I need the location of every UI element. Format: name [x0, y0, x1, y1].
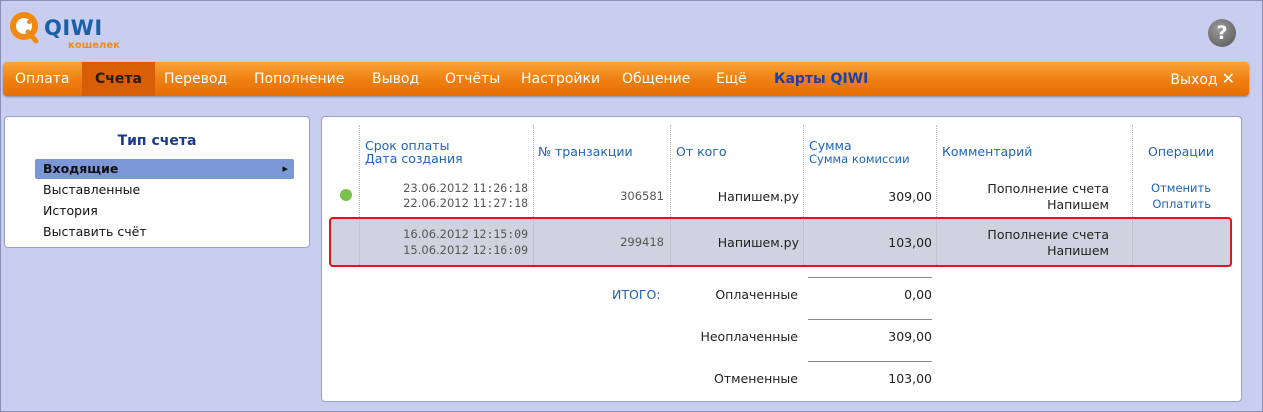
- header-sum[interactable]: Сумма: [809, 138, 852, 153]
- row1-comment1: Пополнение счета: [987, 181, 1109, 196]
- exit-label: Выход: [1170, 72, 1218, 88]
- paid-label: Оплаченные: [715, 287, 798, 302]
- header-fee[interactable]: Сумма комиссии: [809, 152, 910, 167]
- qiwi-logo-icon: [10, 12, 39, 44]
- cancelled-label: Отмененные: [713, 371, 798, 386]
- unpaid-value: 309,00: [888, 329, 932, 344]
- nav-item-qiwi-cards[interactable]: Карты QIWI: [774, 62, 868, 96]
- cancel-invoice-link[interactable]: Отменить: [1151, 181, 1211, 195]
- unpaid-label: Неоплаченные: [700, 329, 798, 344]
- logo-word: QIWI: [44, 16, 103, 40]
- invoice-type-panel: Тип счета Входящие Выставленные История …: [4, 116, 310, 248]
- row1-date2: 22.06.2012 11:27:18: [403, 196, 528, 210]
- highlight-annotation: [329, 217, 1232, 267]
- header-operations: Операции: [1148, 144, 1215, 159]
- nav-item-settings[interactable]: Настройки: [521, 62, 600, 96]
- help-icon[interactable]: ?: [1208, 19, 1236, 47]
- header-created-date[interactable]: Дата создания: [365, 151, 463, 166]
- header-comment[interactable]: Комментарий: [942, 144, 1032, 159]
- nav-item-topup[interactable]: Пополнение: [254, 62, 344, 96]
- nav-item-payment[interactable]: Оплата: [15, 62, 69, 96]
- cancelled-value: 103,00: [888, 371, 932, 386]
- nav-item-withdraw[interactable]: Вывод: [372, 62, 419, 96]
- row1-date1: 23.06.2012 11:26:18: [403, 181, 528, 195]
- main-nav: Оплата Счета Перевод Пополнение Вывод От…: [3, 62, 1249, 96]
- nav-item-more[interactable]: Ещё: [716, 62, 747, 96]
- nav-item-invoices[interactable]: Счета: [82, 62, 155, 96]
- sidebar-item-history[interactable]: История: [35, 201, 294, 221]
- status-dot-green-icon: [340, 189, 352, 201]
- exit-button[interactable]: Выход ✕: [1170, 62, 1235, 96]
- row1-sum: 309,00: [888, 189, 932, 204]
- nav-item-transfer[interactable]: Перевод: [164, 62, 227, 96]
- totals-separator: [808, 277, 932, 278]
- sidebar-item-incoming[interactable]: Входящие: [35, 159, 294, 179]
- pay-invoice-link[interactable]: Оплатить: [1152, 197, 1211, 211]
- panel-title: Тип счета: [117, 133, 197, 149]
- nav-item-communication[interactable]: Общение: [622, 62, 690, 96]
- qiwi-logo[interactable]: QIWI кошелек: [8, 10, 128, 54]
- logo-subtitle: кошелек: [68, 40, 120, 51]
- row1-from: Напишем.ру: [717, 189, 799, 204]
- header-from[interactable]: От кого: [676, 144, 727, 159]
- header-transaction[interactable]: № транзакции: [538, 144, 633, 159]
- totals-separator: [808, 361, 932, 362]
- sidebar-item-issued[interactable]: Выставленные: [35, 180, 294, 200]
- sidebar-item-create-invoice[interactable]: Выставить счёт: [35, 222, 294, 242]
- row1-transaction: 306581: [620, 189, 664, 203]
- nav-item-reports[interactable]: Отчёты: [445, 62, 500, 96]
- totals-separator: [808, 319, 932, 320]
- row1-comment2: Напишем: [1047, 197, 1109, 212]
- close-icon: ✕: [1221, 69, 1235, 88]
- paid-value: 0,00: [904, 287, 932, 302]
